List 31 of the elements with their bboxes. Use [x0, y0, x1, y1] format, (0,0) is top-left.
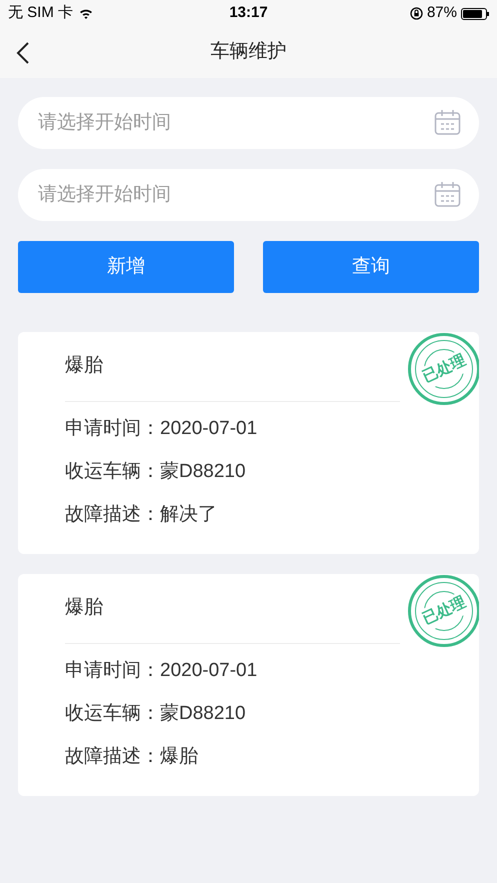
field-label: 故障描述：: [65, 503, 160, 527]
field-label: 申请时间：: [65, 417, 160, 441]
battery-percent: 87%: [426, 3, 457, 24]
field-label: 收运车辆：: [65, 702, 160, 726]
field-label: 故障描述：: [65, 745, 160, 769]
field-label: 申请时间：: [65, 659, 160, 683]
carrier: 无 SIM 卡: [8, 3, 74, 24]
action-button[interactable]: 新增: [18, 241, 234, 293]
clock: 13:17: [229, 3, 268, 24]
field-value: 爆胎: [160, 745, 198, 769]
field-value: 解决了: [160, 503, 217, 527]
field-label: 收运车辆：: [65, 460, 160, 484]
wifi-icon: [79, 8, 94, 19]
action-button[interactable]: 查询: [263, 241, 479, 293]
date-field[interactable]: 请选择开始时间: [18, 169, 479, 221]
field-value: 2020-07-01: [160, 417, 258, 441]
battery-icon: [461, 8, 489, 20]
calendar-icon: [434, 181, 461, 208]
date-field[interactable]: 请选择开始时间: [18, 97, 479, 149]
field-value: 蒙D88210: [160, 460, 246, 484]
record-card[interactable]: 已处理 爆胎 申请时间：2020-07-01 收运车辆：蒙D88210 故障描述：爆胎: [18, 574, 479, 796]
field-value: 蒙D88210: [160, 702, 246, 726]
stamp: 已处理: [408, 333, 479, 405]
field-value: 2020-07-01: [160, 659, 258, 683]
page-title: 车辆维护: [210, 40, 286, 64]
rotation-lock-icon: [410, 7, 423, 20]
stamp: 已处理: [408, 575, 479, 647]
record-card[interactable]: 已处理 爆胎 申请时间：2020-07-01 收运车辆：蒙D88210 故障描述：解决了: [18, 332, 479, 554]
record-title: 爆胎: [65, 354, 103, 378]
calendar-icon: [434, 109, 461, 136]
record-title: 爆胎: [65, 596, 103, 620]
